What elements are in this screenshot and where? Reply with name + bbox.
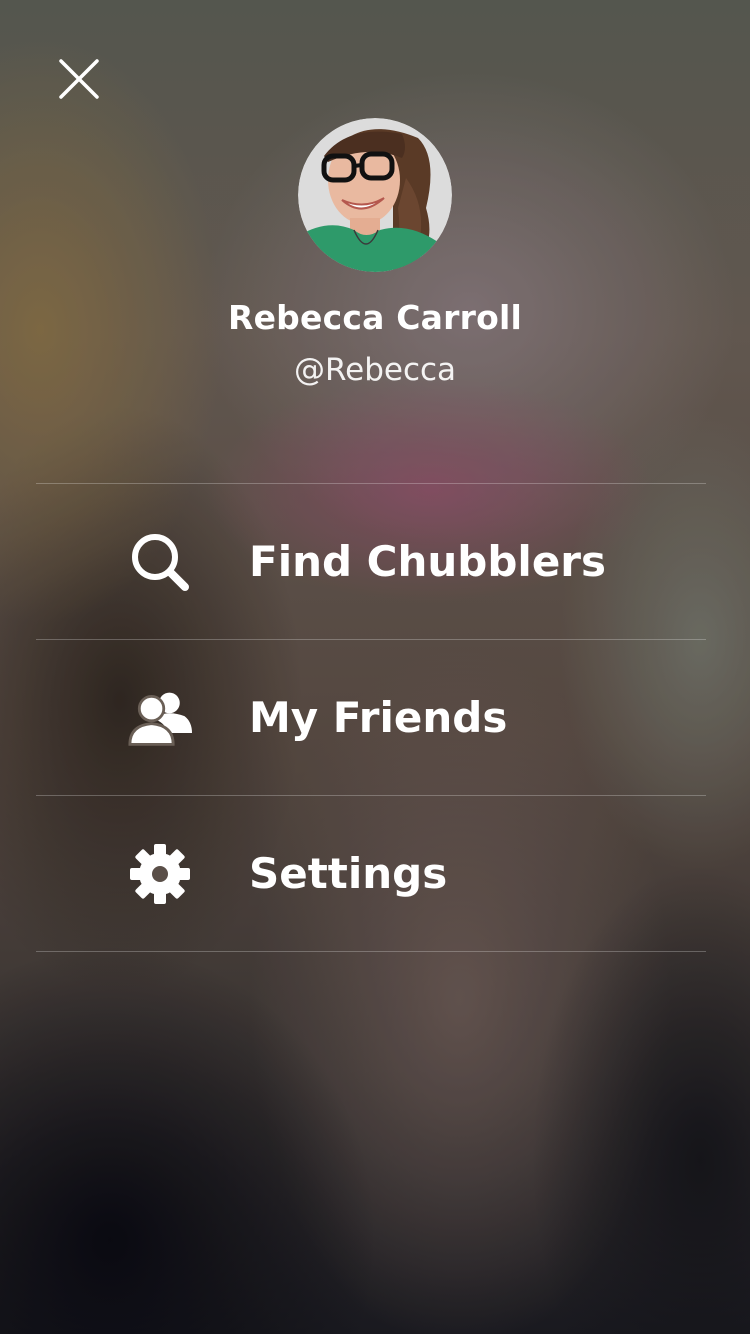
- menu-item-settings[interactable]: Settings: [36, 796, 706, 952]
- menu-list: Find Chubblers My Friends Settings: [36, 483, 706, 952]
- gear-icon: [128, 842, 192, 906]
- friends-icon: [128, 686, 192, 750]
- search-icon: [128, 530, 192, 594]
- menu-item-label: Settings: [249, 848, 448, 898]
- avatar[interactable]: [298, 118, 452, 272]
- menu-item-label: Find Chubblers: [249, 536, 607, 586]
- menu-item-my-friends[interactable]: My Friends: [36, 640, 706, 796]
- profile-header: Rebecca Carroll @Rebecca: [0, 118, 750, 390]
- menu-item-find-chubblers[interactable]: Find Chubblers: [36, 484, 706, 640]
- close-icon: [59, 59, 99, 99]
- menu-item-label: My Friends: [249, 692, 508, 742]
- close-button[interactable]: [52, 52, 106, 106]
- profile-handle: @Rebecca: [293, 352, 457, 388]
- profile-name: Rebecca Carroll: [227, 298, 522, 337]
